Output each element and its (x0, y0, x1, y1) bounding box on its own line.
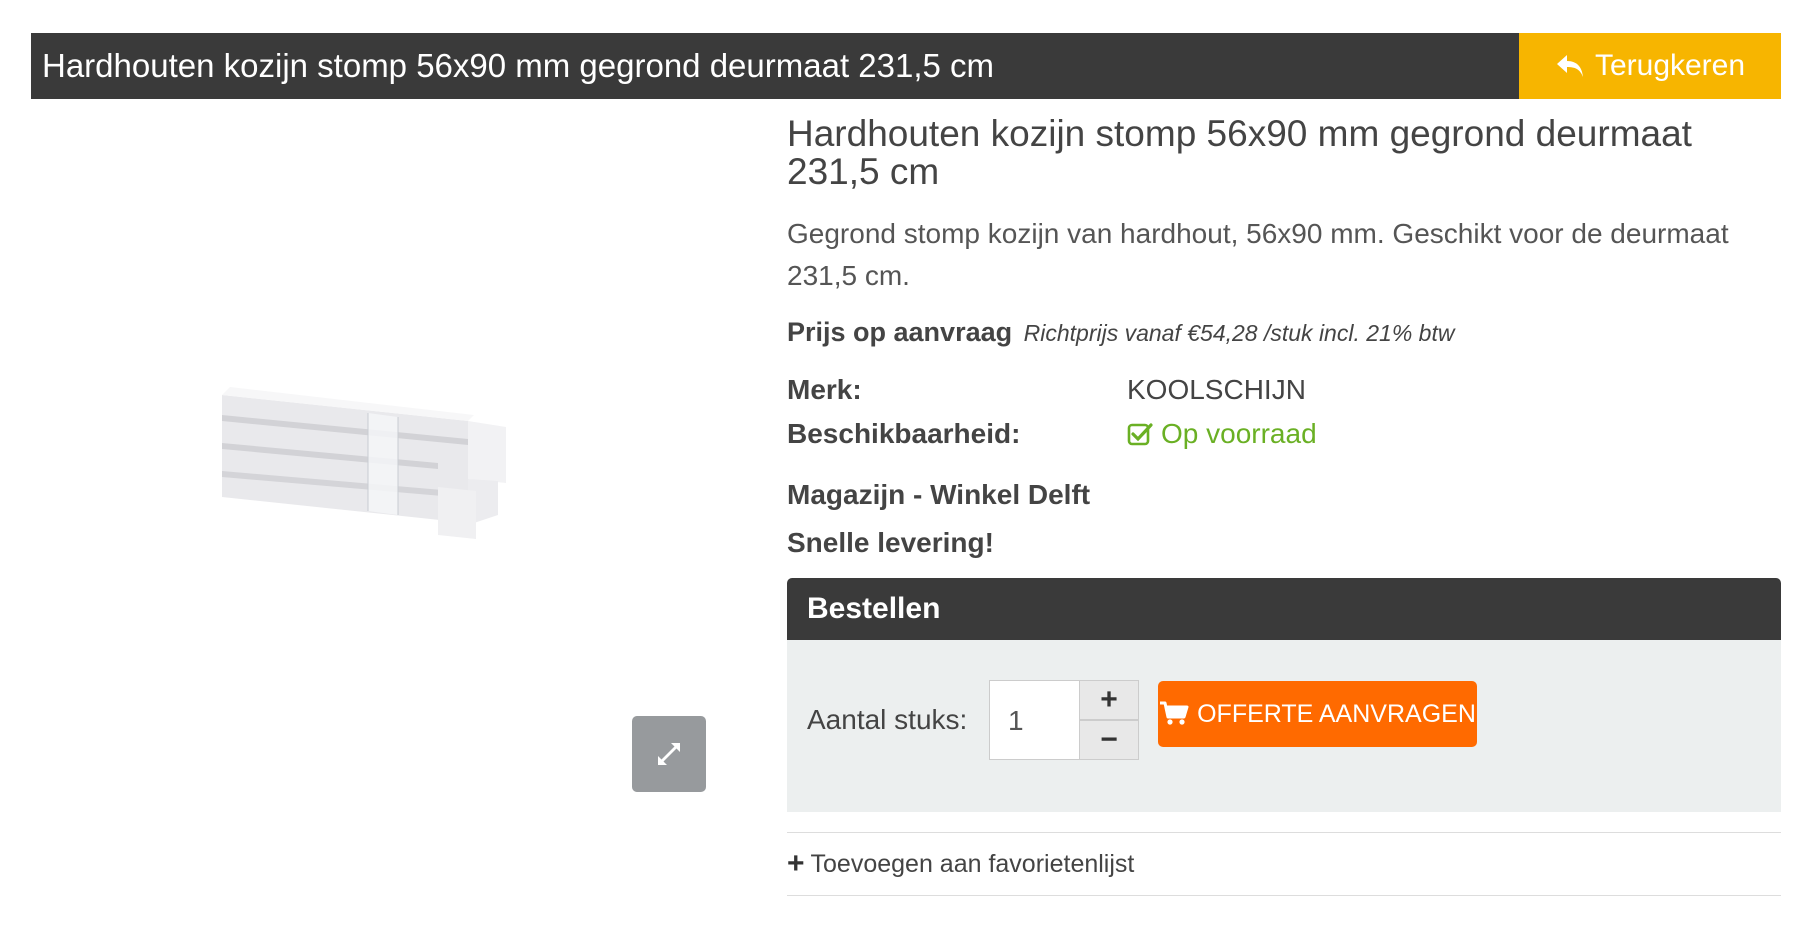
order-panel-header: Bestellen (787, 578, 1781, 640)
stock-status: Op voorraad (1127, 418, 1317, 450)
product-image-area (31, 115, 721, 805)
back-button[interactable]: Terugkeren (1519, 33, 1781, 99)
order-panel-body: Aantal stuks: 1 + − OFFERTE AANVRAGEN (787, 640, 1781, 812)
quantity-decrease-button[interactable]: − (1079, 720, 1139, 760)
back-button-label: Terugkeren (1594, 49, 1746, 82)
reply-arrow-icon (1556, 55, 1583, 77)
store-location: Magazijn - Winkel Delft (787, 479, 1091, 510)
expand-icon (658, 743, 680, 765)
spec-row-availability: Beschikbaarheid: Op voorraad (787, 412, 1781, 456)
page-title: Hardhouten kozijn stomp 56x90 mm gegrond… (42, 47, 995, 84)
quantity-input[interactable]: 1 (989, 680, 1081, 760)
add-to-favorites-link[interactable]: + Toevoegen aan favorietenlijst (787, 833, 1781, 895)
request-quote-label: OFFERTE AANVRAGEN (1197, 699, 1476, 728)
plus-icon: + (787, 847, 805, 880)
fast-delivery-note: Snelle levering! (787, 527, 994, 558)
zoom-button[interactable] (632, 716, 706, 792)
top-bar: Hardhouten kozijn stomp 56x90 mm gegrond… (31, 33, 1781, 99)
quantity-label: Aantal stuks: (807, 704, 968, 735)
add-to-favorites-label: Toevoegen aan favorietenlijst (810, 849, 1135, 878)
price-on-request: Prijs op aanvraag (787, 317, 1013, 347)
order-panel: Bestellen Aantal stuks: 1 + − OFFERTE AA… (787, 578, 1781, 812)
product-description: Gegrond stomp kozijn van hardhout, 56x90… (787, 218, 1729, 291)
spec-table: Merk: KOOLSCHIJN Beschikbaarheid: Op voo… (787, 368, 1781, 456)
divider (787, 895, 1781, 896)
indicative-price: Richtprijs vanaf €54,28 /stuk incl. 21% … (1023, 320, 1455, 346)
product-image[interactable] (218, 375, 524, 555)
shopping-cart-icon (1160, 701, 1189, 725)
request-quote-button[interactable]: OFFERTE AANVRAGEN (1158, 681, 1477, 747)
product-title: Hardhouten kozijn stomp 56x90 mm gegrond… (787, 113, 1692, 192)
product-info: Hardhouten kozijn stomp 56x90 mm gegrond… (787, 115, 1781, 896)
check-square-icon (1127, 423, 1153, 446)
spec-label-brand: Merk: (787, 374, 862, 405)
price-line: Prijs op aanvraag Richtprijs vanaf €54,2… (787, 317, 1781, 348)
stock-status-label: Op voorraad (1161, 418, 1317, 449)
spec-value-brand: KOOLSCHIJN (1127, 374, 1306, 405)
spec-label-availability: Beschikbaarheid: (787, 418, 1021, 449)
quantity-increase-button[interactable]: + (1079, 680, 1139, 720)
spec-row-brand: Merk: KOOLSCHIJN (787, 368, 1781, 412)
